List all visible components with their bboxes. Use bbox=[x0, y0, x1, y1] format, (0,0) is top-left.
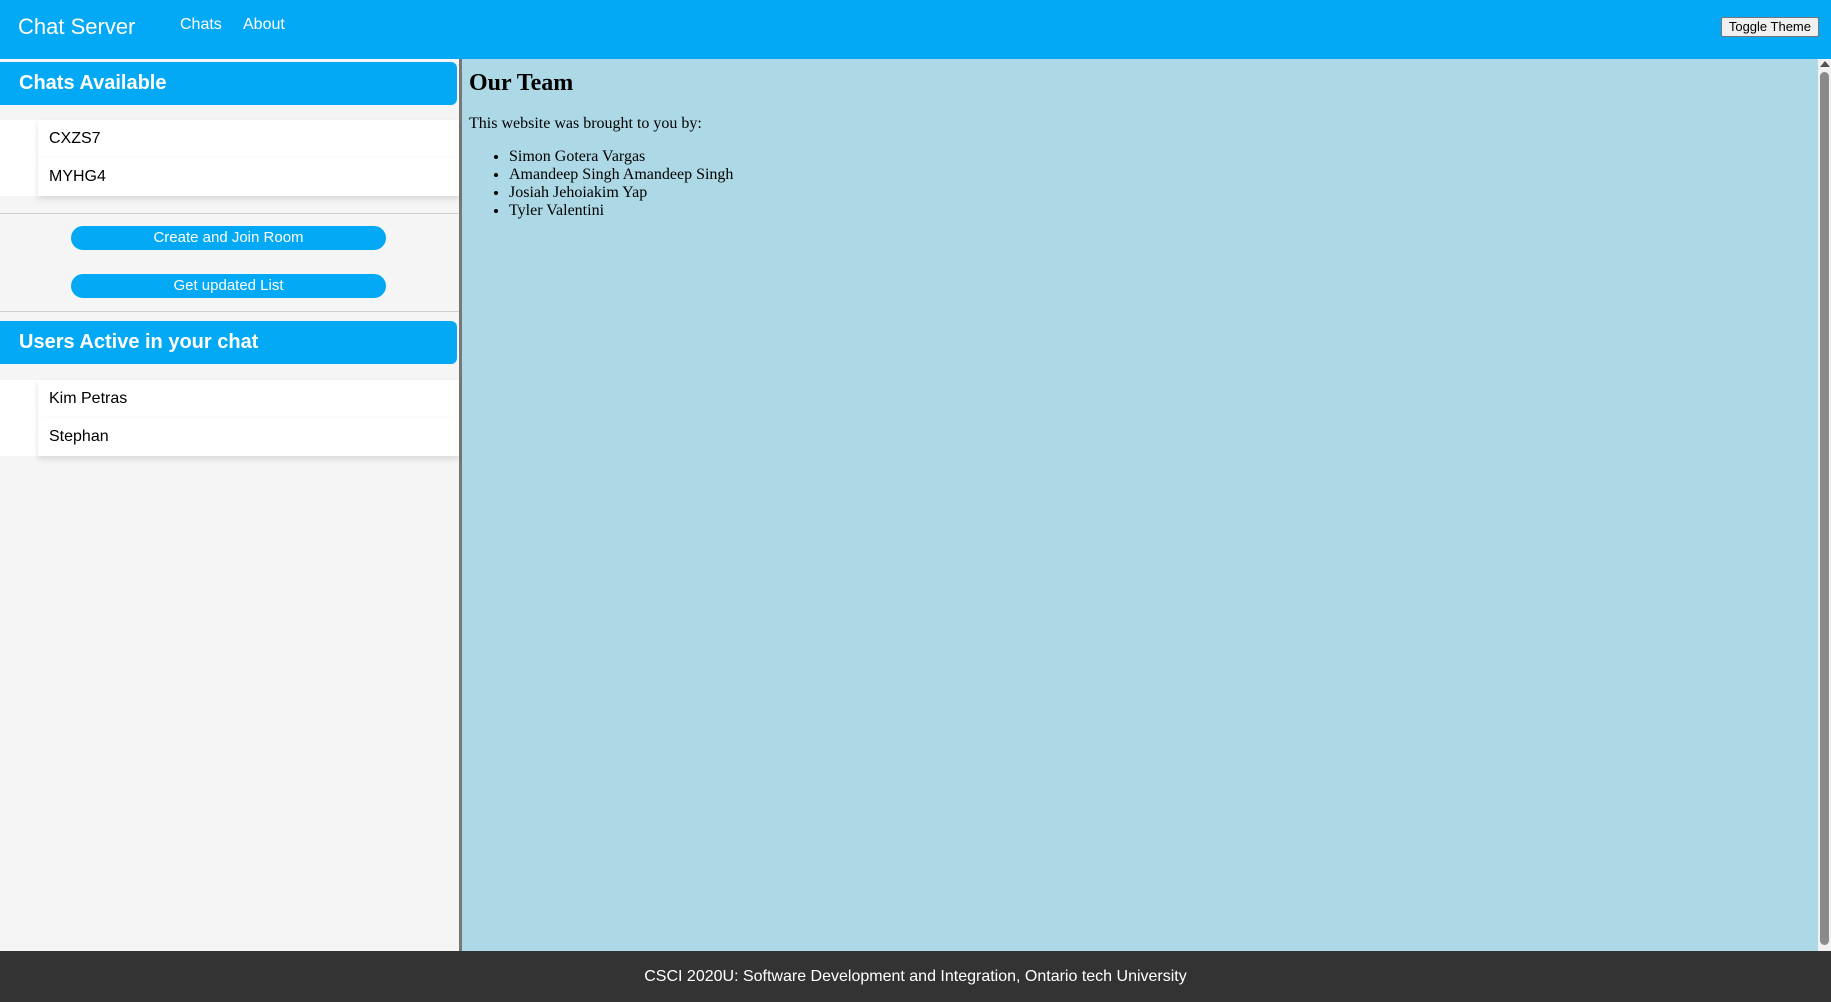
team-member: Simon Gotera Vargas bbox=[509, 148, 733, 166]
users-active-header: Users Active in your chat bbox=[0, 321, 457, 364]
user-list: Kim Petras Stephan bbox=[0, 380, 459, 456]
top-navbar: Chat Server Chats About Toggle Theme bbox=[0, 0, 1831, 59]
vertical-scrollbar[interactable] bbox=[1818, 59, 1831, 951]
user-item: Kim Petras bbox=[38, 380, 459, 418]
team-member: Tyler Valentini bbox=[509, 202, 733, 220]
main-content: Our Team This website was brought to you… bbox=[462, 59, 1818, 951]
footer: CSCI 2020U: Software Development and Int… bbox=[0, 951, 1831, 1002]
brand-title[interactable]: Chat Server bbox=[18, 14, 135, 40]
divider bbox=[0, 213, 459, 214]
nav-link-about[interactable]: About bbox=[243, 16, 285, 34]
get-updated-list-button[interactable]: Get updated List bbox=[71, 274, 386, 298]
team-member: Josiah Jehoiakim Yap bbox=[509, 184, 733, 202]
team-list: Simon Gotera Vargas Amandeep Singh Amand… bbox=[469, 148, 733, 220]
user-item: Stephan bbox=[38, 418, 459, 456]
team-member: Amandeep Singh Amandeep Singh bbox=[509, 166, 733, 184]
chat-room-item[interactable]: CXZS7 bbox=[38, 120, 459, 158]
chat-list: CXZS7 MYHG4 bbox=[0, 120, 459, 196]
chats-available-header: Chats Available bbox=[0, 62, 457, 105]
create-join-room-button[interactable]: Create and Join Room bbox=[71, 226, 386, 250]
toggle-theme-button[interactable]: Toggle Theme bbox=[1720, 17, 1819, 37]
nav-link-chats[interactable]: Chats bbox=[180, 16, 222, 34]
scrollbar-thumb[interactable] bbox=[1820, 72, 1829, 945]
sidebar: Chats Available CXZS7 MYHG4 Create and J… bbox=[0, 59, 462, 951]
page-title: Our Team bbox=[469, 70, 574, 96]
intro-text: This website was brought to you by: bbox=[469, 115, 702, 132]
chat-room-item[interactable]: MYHG4 bbox=[38, 158, 459, 196]
scroll-up-arrow-icon[interactable] bbox=[1820, 61, 1830, 67]
divider bbox=[0, 311, 459, 312]
